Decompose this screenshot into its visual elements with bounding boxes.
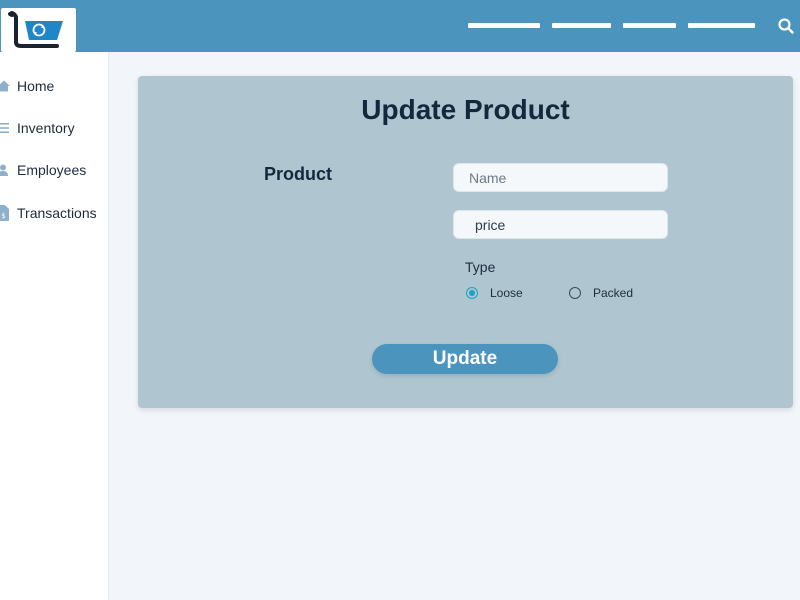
- radio-option-loose[interactable]: Loose: [466, 286, 523, 300]
- update-product-card: Update Product Product Type Loose Packed…: [138, 76, 793, 408]
- document-dollar-icon: $: [0, 205, 10, 221]
- search-icon[interactable]: [777, 17, 795, 35]
- name-input[interactable]: [453, 163, 668, 192]
- radio-label: Loose: [490, 286, 523, 300]
- cart-logo-icon: [8, 11, 63, 48]
- sidebar-item-label: Home: [17, 78, 55, 94]
- radio-button[interactable]: [466, 287, 478, 299]
- sidebar-item-label: Transactions: [17, 205, 97, 221]
- nav-link-4[interactable]: [688, 23, 755, 28]
- radio-button[interactable]: [569, 287, 581, 299]
- sidebar-item-home[interactable]: Home: [0, 72, 109, 100]
- page-title: Update Product: [361, 94, 570, 125]
- section-label: Product: [264, 164, 333, 184]
- sidebar: Home Inventory Employees $ Transactions: [0, 52, 109, 600]
- nav-link-3[interactable]: [623, 23, 676, 28]
- radio-label: Packed: [593, 286, 634, 300]
- logo[interactable]: [1, 8, 76, 52]
- type-label: Type: [465, 259, 496, 275]
- sidebar-item-inventory[interactable]: Inventory: [0, 114, 109, 142]
- price-input[interactable]: [453, 210, 668, 239]
- radio-option-packed[interactable]: Packed: [569, 286, 633, 300]
- sidebar-item-employees[interactable]: Employees: [0, 156, 109, 184]
- svg-text:$: $: [1, 212, 5, 220]
- update-button[interactable]: Update: [372, 344, 558, 374]
- sidebar-item-label: Inventory: [17, 120, 75, 136]
- nav-link-1[interactable]: [468, 23, 540, 28]
- list-icon: [0, 120, 10, 136]
- home-icon: [0, 78, 10, 94]
- sidebar-item-label: Employees: [17, 162, 87, 178]
- user-icon: [0, 162, 10, 178]
- nav-link-2[interactable]: [552, 23, 611, 28]
- top-bar: [0, 0, 800, 52]
- sidebar-item-transactions[interactable]: $ Transactions: [0, 199, 109, 227]
